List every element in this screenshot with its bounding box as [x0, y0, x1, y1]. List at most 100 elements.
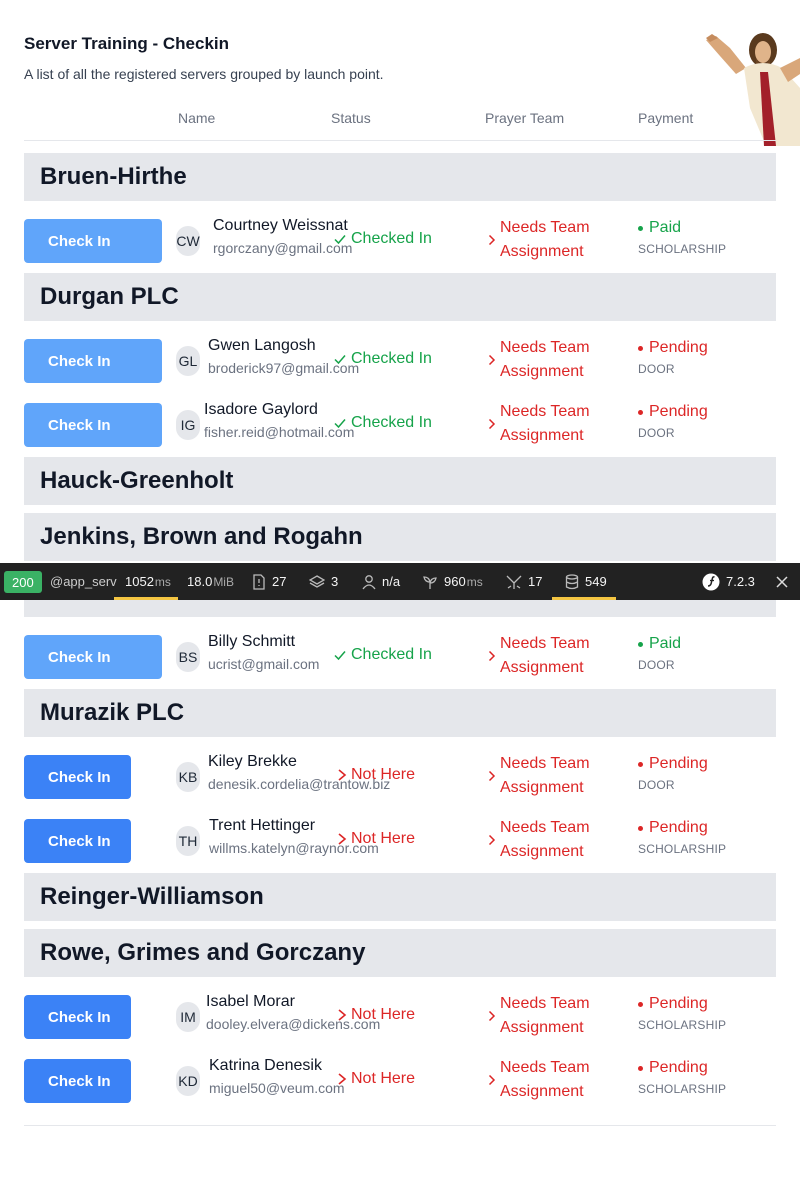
check-in-button[interactable]: Check In	[24, 995, 131, 1039]
prayer-team-label: Needs Team Assignment	[500, 995, 590, 1036]
prayer-team-status[interactable]: Needs Team Assignment	[488, 752, 610, 800]
person-name: Gwen Langosh	[208, 337, 316, 354]
payment-method: SCHOLARSHIP	[638, 1018, 727, 1032]
table-row: Check In IG Isadore Gaylord fisher.reid@…	[24, 393, 776, 457]
avatar: BS	[176, 642, 200, 672]
toolbar-symfony-version[interactable]: 7.2.3	[702, 563, 755, 600]
database-icon	[565, 573, 579, 590]
prayer-team-label: Needs Team Assignment	[500, 1059, 590, 1100]
payment-method: DOOR	[638, 658, 675, 672]
payment-cell: Pending SCHOLARSHIP	[638, 1059, 726, 1096]
toolbar-layers-count: 3	[331, 574, 339, 589]
table-bottom-divider	[24, 1125, 776, 1126]
check-in-button[interactable]: Check In	[24, 755, 131, 799]
toolbar-twig[interactable]: 960 ms	[422, 563, 483, 600]
page-subtitle: A list of all the registered servers gro…	[24, 66, 384, 82]
payment-cell: Pending SCHOLARSHIP	[638, 995, 726, 1032]
avatar: KB	[176, 762, 200, 792]
chevron-right-icon	[338, 769, 347, 781]
payment-status-label: Paid	[649, 219, 682, 236]
group-name: Jenkins, Brown and Rogahn	[40, 523, 363, 550]
toolbar-database[interactable]: 549	[565, 563, 607, 600]
payment-status-label: Pending	[649, 995, 708, 1012]
status-dot	[638, 409, 643, 415]
toolbar-layers[interactable]: 3	[309, 563, 338, 600]
status-not-here: Not Here	[337, 766, 415, 784]
database-highlight-bar	[552, 597, 616, 600]
toolbar-events[interactable]: 17	[506, 563, 542, 600]
check-in-button[interactable]: Check In	[24, 819, 131, 863]
prayer-team-status[interactable]: Needs Team Assignment	[488, 992, 610, 1040]
check-icon	[334, 235, 346, 245]
table-row: Check In KB Kiley Brekke denesik.cordeli…	[24, 745, 776, 809]
payment-method: SCHOLARSHIP	[638, 242, 727, 256]
person-email: rgorczany@gmail.com	[213, 240, 353, 256]
prayer-team-label: Needs Team Assignment	[500, 755, 590, 796]
payment-method: DOOR	[638, 426, 675, 440]
payment-method: SCHOLARSHIP	[638, 842, 727, 856]
payment-status-label: Pending	[649, 339, 708, 356]
toolbar-requests[interactable]: 27	[252, 563, 286, 600]
toolbar-route[interactable]: @app_serv	[50, 563, 117, 600]
events-icon	[506, 574, 522, 590]
check-in-button[interactable]: Check In	[24, 219, 162, 263]
prayer-team-status[interactable]: Needs Team Assignment	[488, 400, 610, 448]
person-email: ucrist@gmail.com	[208, 656, 320, 672]
payment-status: Paid	[638, 219, 726, 237]
toolbar-user[interactable]: n/a	[362, 563, 400, 600]
toolbar-memory[interactable]: 18.0 MiB	[187, 563, 234, 600]
person-name: Billy Schmitt	[208, 633, 296, 650]
group-header: Bruen-Hirthe	[24, 153, 776, 201]
toolbar-time[interactable]: 1052 ms	[125, 563, 171, 600]
avatar: IM	[176, 1002, 200, 1032]
twig-sprout-icon	[422, 574, 438, 590]
prayer-team-status[interactable]: Needs Team Assignment	[488, 336, 610, 384]
prayer-team-status[interactable]: Needs Team Assignment	[488, 632, 610, 680]
chevron-right-icon	[338, 1009, 347, 1021]
toolbar-time-unit: ms	[154, 574, 171, 589]
status-dot	[638, 225, 643, 231]
status-label: Checked In	[351, 350, 432, 367]
payment-cell: Pending DOOR	[638, 339, 708, 376]
status-dot	[638, 761, 643, 767]
column-headers: Name Status Prayer Team Payment	[24, 104, 776, 141]
prayer-team-label: Needs Team Assignment	[500, 635, 590, 676]
check-in-button[interactable]: Check In	[24, 403, 162, 447]
person-name: Isabel Morar	[206, 993, 295, 1010]
payment-status: Pending	[638, 1059, 726, 1077]
page-title: Server Training - Checkin	[24, 34, 230, 53]
chevron-right-icon	[338, 833, 347, 845]
check-in-button[interactable]: Check In	[24, 635, 162, 679]
toolbar-close-button[interactable]	[776, 563, 788, 600]
debug-toolbar: 200 @app_serv 1052 ms 18.0 MiB 27 3 n/a 96…	[0, 563, 800, 600]
table-row: Check In BS Billy Schmitt ucrist@gmail.c…	[24, 625, 776, 689]
user-icon	[362, 574, 376, 590]
check-in-button[interactable]: Check In	[24, 1059, 131, 1103]
prayer-team-status[interactable]: Needs Team Assignment	[488, 1056, 610, 1104]
payment-status: Paid	[638, 635, 681, 653]
group-header: Murazik PLC	[24, 689, 776, 737]
avatar: GL	[176, 346, 200, 376]
group-name: Durgan PLC	[40, 283, 179, 310]
group-name: Reinger-Williamson	[40, 883, 264, 910]
payment-status: Pending	[638, 339, 708, 357]
table-row: Check In KD Katrina Denesik miguel50@veu…	[24, 1049, 776, 1113]
check-in-button[interactable]: Check In	[24, 339, 162, 383]
prayer-team-label: Needs Team Assignment	[500, 819, 590, 860]
toolbar-status-code[interactable]: 200	[4, 571, 42, 593]
status-label: Not Here	[351, 830, 416, 847]
status-checked-in: Checked In	[333, 414, 432, 432]
payment-status-label: Pending	[649, 403, 708, 420]
check-icon	[334, 419, 346, 429]
toolbar-database-count: 549	[585, 574, 607, 589]
symfony-logo-icon	[702, 573, 720, 591]
group-header: Hauck-Greenholt	[24, 457, 776, 505]
column-header-prayer-team: Prayer Team	[485, 110, 565, 126]
prayer-team-status[interactable]: Needs Team Assignment	[488, 816, 610, 864]
chevron-right-icon	[488, 770, 496, 782]
payment-cell: Pending DOOR	[638, 403, 708, 440]
toolbar-route-label: @app_serv	[50, 574, 117, 589]
status-dot	[638, 1001, 643, 1007]
prayer-team-status[interactable]: Needs Team Assignment	[488, 216, 610, 264]
group-name: Murazik PLC	[40, 699, 185, 726]
